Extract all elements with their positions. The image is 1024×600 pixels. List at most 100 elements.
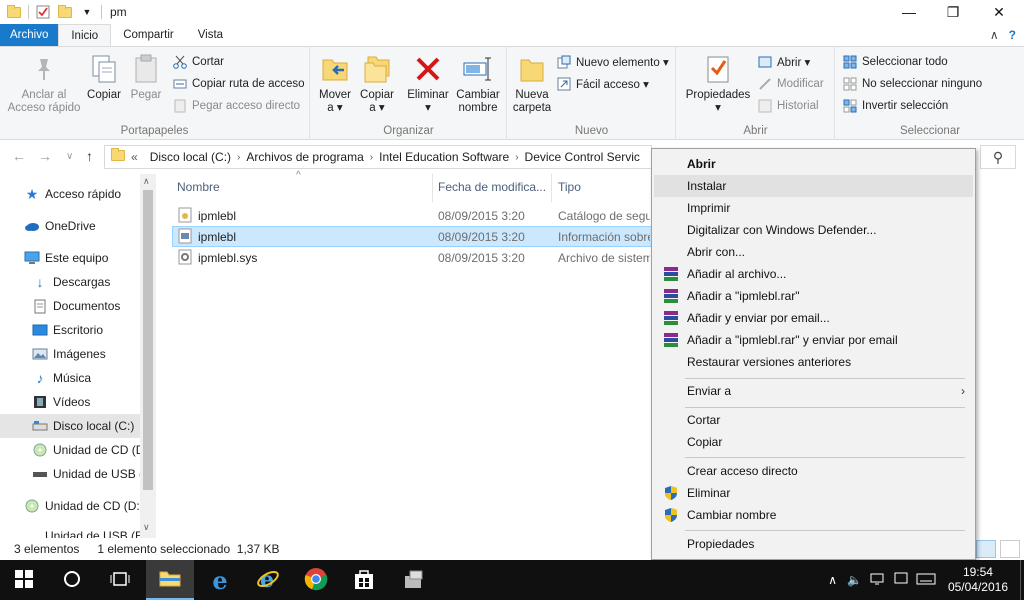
task-view-button[interactable] [96,560,144,600]
search-button[interactable] [48,560,96,600]
invert-selection-button[interactable]: Invertir selección [842,96,948,116]
nav-item-cd-drive-root[interactable]: Unidad de CD (D:) [0,494,140,518]
breadcrumb-overflow[interactable]: « [131,150,138,164]
minimize-button[interactable]: — [886,0,932,24]
tab-vista[interactable]: Vista [186,24,235,46]
forward-arrow-icon[interactable]: → [38,148,52,164]
taskbar-store[interactable] [340,560,388,600]
menu-item-send-to[interactable]: Enviar a › [654,380,973,402]
column-header-date[interactable]: Fecha de modifica... [438,180,546,194]
nav-item-this-pc[interactable]: Este equipo [0,246,140,270]
nav-item-videos[interactable]: Vídeos [0,390,140,414]
menu-item-open-with[interactable]: Abrir con... [654,241,973,263]
menu-item-add-rar[interactable]: Añadir a "ipmlebl.rar" [654,285,973,307]
chevron-down-icon[interactable]: ▼ [79,4,95,20]
nav-scrollbar-thumb[interactable] [143,190,153,490]
nav-item-cd-drive[interactable]: Unidad de CD (D [0,438,140,462]
breadcrumb-item[interactable]: Archivos de programa [246,150,363,164]
copy-path-button[interactable]: Copiar ruta de acceso [172,74,305,94]
nav-item-documents[interactable]: Documentos [0,294,140,318]
nav-item-quick-access[interactable]: ★ Acceso rápido [0,182,140,206]
nav-item-usb-drive-root[interactable]: Unidad de USB (E: [0,524,140,538]
open-button[interactable]: Abrir ▾ [757,52,810,72]
nav-item-desktop[interactable]: Escritorio [0,318,140,342]
copy-to-button[interactable]: Copiar a ▾ [357,53,397,115]
taskbar-setup-app[interactable] [390,560,438,600]
menu-item-open[interactable]: Abrir [654,153,973,175]
column-separator[interactable] [432,174,433,202]
menu-item-add-archive[interactable]: Añadir al archivo... [654,263,973,285]
easy-access-button[interactable]: Fácil acceso ▾ [556,74,649,94]
nav-item-music[interactable]: ♪ Música [0,366,140,390]
cut-button[interactable]: Cortar [172,52,224,72]
menu-item-restore-versions[interactable]: Restaurar versiones anteriores [654,351,973,373]
taskbar-edge[interactable]: e [196,560,244,600]
properties-quick-icon[interactable] [35,4,51,20]
menu-item-copy[interactable]: Copiar [654,431,973,453]
details-view-icon[interactable] [976,540,996,558]
new-folder-quick-icon[interactable] [57,4,73,20]
search-input[interactable]: ⚲ [980,145,1016,169]
close-button[interactable]: ✕ [976,0,1022,24]
menu-item-rename[interactable]: Cambiar nombre [654,504,973,526]
back-arrow-icon[interactable]: ← [12,148,26,164]
nav-item-local-disk[interactable]: Disco local (C:) [0,414,140,438]
clock[interactable]: 19:54 05/04/2016 [948,565,1008,595]
properties-button[interactable]: Propiedades ▾ [683,53,753,115]
chevron-up-icon[interactable]: ∧ [990,28,999,42]
select-all-button[interactable]: Seleccionar todo [842,52,948,72]
delete-button[interactable]: Eliminar ▾ [405,53,451,115]
taskbar-chrome[interactable] [292,560,340,600]
paste-button[interactable]: Pegar [126,53,166,102]
keyboard-icon[interactable] [916,573,936,588]
menu-item-cut[interactable]: Cortar [654,409,973,431]
help-icon[interactable]: ? [1009,28,1016,42]
select-none-button[interactable]: No seleccionar ninguno [842,74,982,94]
nav-item-usb-drive[interactable]: Unidad de USB ( [0,462,140,486]
chevron-up-icon[interactable]: ∧ [828,573,837,587]
edit-button[interactable]: Modificar [757,74,824,94]
maximize-button[interactable]: ❐ [930,0,976,24]
menu-item-install[interactable]: Instalar [654,175,973,197]
nav-item-pictures[interactable]: Imágenes [0,342,140,366]
up-arrow-icon[interactable]: ↑ [86,148,93,164]
show-desktop-button[interactable] [1020,560,1024,600]
history-button[interactable]: Historial [757,96,819,116]
volume-icon[interactable]: 🔈 [847,573,862,587]
column-header-type[interactable]: Tipo [558,180,581,194]
column-header-name[interactable]: Nombre [177,180,220,194]
large-icons-view-icon[interactable] [1000,540,1020,558]
breadcrumb-item[interactable]: Disco local (C:) [150,150,231,164]
taskbar-file-explorer[interactable] [146,560,194,600]
menu-item-add-rar-email[interactable]: Añadir a "ipmlebl.rar" y enviar por emai… [654,329,973,351]
breadcrumb-item[interactable]: Device Control Servic [525,150,640,164]
nav-item-downloads[interactable]: ↓ Descargas [0,270,140,294]
start-button[interactable] [0,560,48,600]
tab-compartir[interactable]: Compartir [111,24,185,46]
chevron-right-icon[interactable]: › [515,152,518,163]
menu-item-scan-defender[interactable]: Digitalizar con Windows Defender... [654,219,973,241]
column-separator[interactable] [551,174,552,202]
nav-item-onedrive[interactable]: OneDrive [0,214,140,238]
paste-shortcut-button[interactable]: Pegar acceso directo [172,96,300,116]
taskbar-internet-explorer[interactable]: e [244,560,292,600]
new-folder-button[interactable]: Nueva carpeta [512,53,552,115]
scroll-up-icon[interactable]: ∧ [143,176,150,187]
pin-quick-access-button[interactable]: Anclar al Acceso rápido [6,53,82,115]
rename-button[interactable]: Cambiar nombre [453,53,503,115]
file-row[interactable]: ipmlebl.sys 08/09/2015 3:20 Archivo de s… [172,247,652,268]
tab-archivo[interactable]: Archivo [0,24,59,46]
move-to-button[interactable]: Mover a ▾ [315,53,355,115]
action-center-icon[interactable] [894,572,908,589]
new-item-button[interactable]: Nuevo elemento ▾ [556,52,669,72]
menu-item-add-email[interactable]: Añadir y enviar por email... [654,307,973,329]
file-row[interactable]: ipmlebl 08/09/2015 3:20 Información sobr… [172,226,652,247]
tab-inicio[interactable]: Inicio [58,24,112,46]
menu-item-delete[interactable]: Eliminar [654,482,973,504]
network-icon[interactable] [870,572,886,589]
recent-chevron-icon[interactable]: ∨ [66,151,73,162]
copy-button[interactable]: Copiar [84,53,124,102]
menu-item-print[interactable]: Imprimir [654,197,973,219]
chevron-right-icon[interactable]: › [370,152,373,163]
file-row[interactable]: ipmlebl 08/09/2015 3:20 Catálogo de segu [172,205,652,226]
